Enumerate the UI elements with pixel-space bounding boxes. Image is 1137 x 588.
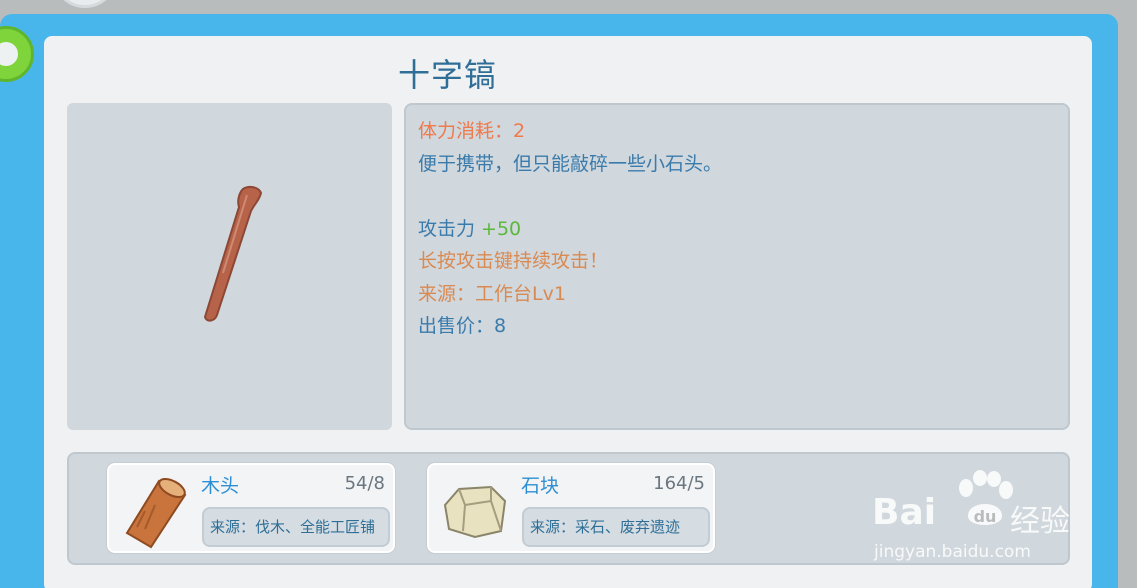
attack-label: 攻击力 [418,217,482,240]
material-source: 来源：采石、废弃遗迹 [522,507,710,547]
material-count: 164/5 [653,473,705,494]
watermark-logo: Bai [872,492,936,533]
stone-block-icon [435,471,515,549]
item-description-text: 便于携带，但只能敲碎一些小石头。 [418,152,723,175]
top-tab-bubble [52,0,118,8]
item-image-box [67,103,392,430]
sell-price: 出售价：8 [418,315,507,337]
attack-line: 攻击力 +50 [418,213,1056,246]
material-card-wood[interactable]: 木头 54/8 来源：伐木、全能工匠铺 [107,463,395,553]
item-source: 来源：工作台Lv1 [418,282,566,305]
stamina-cost: 体力消耗：2 [418,120,526,142]
item-title: 十字镐 [398,56,498,94]
attack-value: +50 [481,217,522,240]
material-name: 石块 [521,475,560,497]
item-description-box: 体力消耗：2 便于携带，但只能敲碎一些小石头。 攻击力 +50 长按攻击键持续攻… [404,103,1070,430]
watermark-url: jingyan.baidu.com [874,542,1031,562]
material-source: 来源：伐木、全能工匠铺 [202,507,390,547]
hold-attack-hint: 长按攻击键持续攻击！ [418,250,609,272]
material-card-stone[interactable]: 石块 164/5 来源：采石、废弃遗迹 [427,463,715,553]
material-name: 木头 [201,475,240,497]
material-count: 54/8 [344,473,385,494]
pickaxe-handle-icon [203,185,263,322]
watermark-cn: 经验 [1010,504,1070,539]
close-ring-icon[interactable] [0,26,34,82]
wood-log-icon [115,471,195,549]
watermark-logo-du: du [974,507,997,526]
watermark-logo-bai: Bai [872,492,937,533]
baidu-jingyan-watermark: Bai du 经验 jingyan.baidu.com [872,470,1082,570]
